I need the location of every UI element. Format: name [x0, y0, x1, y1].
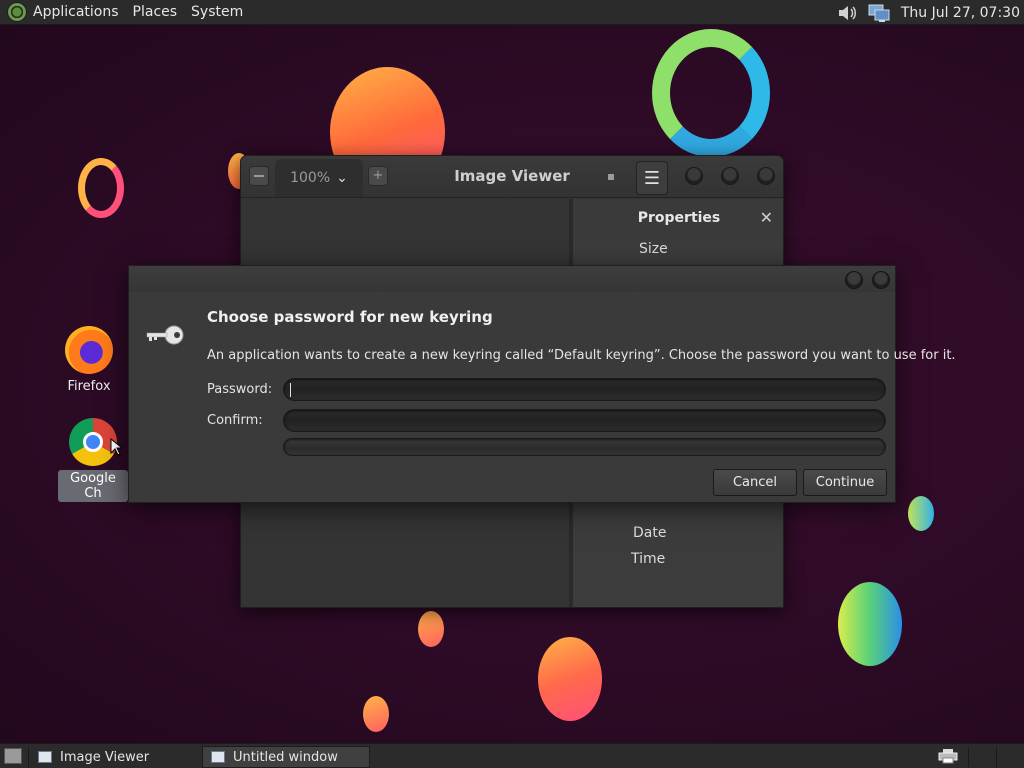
decorative-ring — [652, 29, 770, 157]
dialog-close-button[interactable] — [872, 271, 890, 289]
bottom-taskbar: Image Viewer Untitled window — [0, 743, 1024, 768]
zoom-in-button[interactable]: + — [368, 166, 388, 186]
gallery-button[interactable] — [603, 169, 619, 185]
minus-icon — [254, 175, 264, 177]
distro-logo-icon[interactable] — [7, 2, 27, 22]
menu-places[interactable]: Places — [133, 4, 178, 20]
volume-icon[interactable] — [833, 3, 861, 23]
minimize-button[interactable] — [685, 167, 703, 185]
cancel-button[interactable]: Cancel — [713, 469, 797, 496]
desktop-icon-google-chrome[interactable]: Google Ch — [58, 418, 128, 502]
decorative-bubble — [418, 611, 444, 647]
keyring-password-dialog: Choose password for new keyring An appli… — [128, 265, 956, 503]
top-panel: Applications Places System Thu Jul 27, 0… — [0, 0, 1024, 25]
mouse-cursor-icon — [110, 437, 124, 460]
maximize-button[interactable] — [721, 167, 739, 185]
key-icon — [145, 323, 185, 351]
window-icon — [38, 751, 52, 763]
text-caret — [290, 383, 291, 397]
zoom-out-button[interactable] — [249, 166, 269, 186]
confirm-field[interactable] — [283, 409, 886, 432]
properties-title: Properties — [637, 210, 721, 226]
desktop-icon-label: Firefox — [67, 379, 111, 394]
hamburger-menu-button[interactable]: ☰ — [636, 161, 668, 195]
clock[interactable]: Thu Jul 27, 07:30 — [901, 5, 1020, 21]
dialog-message: An application wants to create a new key… — [207, 348, 956, 363]
close-button[interactable] — [757, 167, 775, 185]
taskbar-separator — [996, 747, 997, 767]
continue-button[interactable]: Continue — [803, 469, 887, 496]
window-title: Image Viewer — [454, 167, 570, 185]
taskbar-item-image-viewer[interactable]: Image Viewer — [30, 746, 198, 768]
menu-applications[interactable]: Applications — [33, 4, 119, 20]
password-field[interactable] — [283, 378, 886, 401]
image-viewer-headerbar: 100% ⌄ + Image Viewer ☰ — [241, 156, 783, 198]
square-icon — [608, 174, 614, 180]
dialog-minimize-button[interactable] — [845, 271, 863, 289]
close-icon[interactable]: ✕ — [760, 208, 773, 227]
confirm-label: Confirm: — [207, 413, 263, 428]
properties-header: Properties — [573, 199, 783, 237]
printer-icon[interactable] — [938, 748, 958, 768]
property-size: Size — [639, 241, 668, 257]
show-desktop-icon[interactable] — [4, 748, 22, 764]
password-strength-meter — [283, 438, 886, 456]
chevron-down-icon: ⌄ — [336, 170, 348, 186]
taskbar-item-label: Image Viewer — [60, 749, 150, 765]
dialog-titlebar — [129, 266, 895, 292]
taskbar-item-label: Untitled window — [233, 749, 338, 765]
taskbar-item-untitled-window[interactable]: Untitled window — [202, 746, 370, 768]
system-tray: Thu Jul 27, 07:30 — [833, 0, 1024, 25]
desktop-icon-label: Google Ch — [58, 470, 128, 502]
decorative-ring — [78, 158, 124, 218]
dialog-heading: Choose password for new keyring — [207, 308, 493, 326]
plus-icon: + — [372, 168, 384, 183]
desktop-icon-firefox[interactable]: Firefox — [54, 326, 124, 395]
decorative-bubble — [363, 696, 389, 732]
taskbar-separator — [968, 747, 969, 767]
password-label: Password: — [207, 382, 273, 397]
property-date: Date — [633, 525, 667, 541]
decorative-bubble — [908, 496, 934, 531]
decorative-bubble — [838, 582, 902, 666]
menu-system[interactable]: System — [191, 4, 243, 20]
zoom-value: 100% — [290, 170, 331, 186]
property-time: Time — [631, 551, 666, 567]
taskbar-separator — [28, 747, 29, 767]
window-icon — [211, 751, 225, 763]
zoom-level-selector[interactable]: 100% ⌄ — [275, 159, 363, 197]
decorative-bubble — [538, 637, 602, 721]
hamburger-icon: ☰ — [643, 167, 661, 189]
firefox-icon — [65, 326, 113, 374]
network-icon[interactable] — [865, 3, 893, 23]
